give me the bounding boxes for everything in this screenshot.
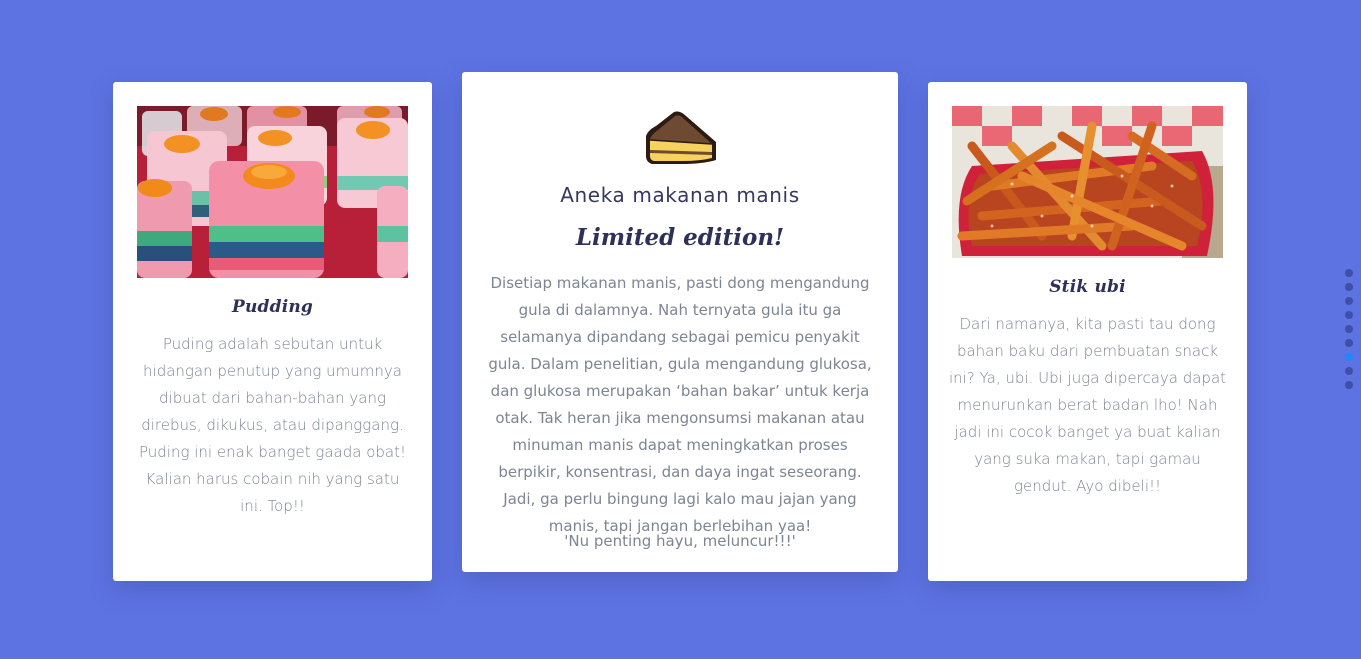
card-quote: 'Nu penting hayu, meluncur!!!': [564, 532, 796, 550]
pagination-dot[interactable]: [1345, 381, 1353, 389]
pagination-dot[interactable]: [1345, 367, 1353, 375]
section-pagination: [1345, 269, 1353, 395]
card-pudding: Pudding Puding adalah sebutan untuk hida…: [113, 82, 432, 581]
card-description: Puding adalah sebutan untuk hidangan pen…: [139, 335, 406, 515]
page: Pudding Puding adalah sebutan untuk hida…: [0, 0, 1361, 659]
card-description: Dari namanya, kita pasti tau dong bahan …: [948, 315, 1227, 495]
card-title: Pudding: [231, 297, 314, 317]
sweet-potato-fries-photo: [952, 106, 1223, 258]
section-subtitle: Aneka makanan manis: [560, 183, 800, 207]
pagination-dot[interactable]: [1345, 297, 1353, 305]
pagination-dot[interactable]: [1345, 269, 1353, 277]
card-stik-ubi: Stik ubi Dari namanya, kita pasti tau do…: [928, 82, 1247, 581]
pagination-dot[interactable]: [1345, 325, 1353, 333]
card-featured: Aneka makanan manis Limited edition! Dis…: [462, 72, 898, 572]
card-title: Stik ubi: [1049, 277, 1126, 297]
cake-slice-icon: [642, 110, 720, 170]
card-description: Disetiap makanan manis, pasti dong menga…: [488, 274, 872, 535]
pagination-dot[interactable]: [1345, 311, 1353, 319]
pudding-photo: [137, 106, 408, 278]
section-title: Limited edition!: [575, 224, 785, 251]
pagination-dot[interactable]: [1345, 339, 1353, 347]
pagination-dot-active[interactable]: [1345, 353, 1353, 361]
pagination-dot[interactable]: [1345, 283, 1353, 291]
